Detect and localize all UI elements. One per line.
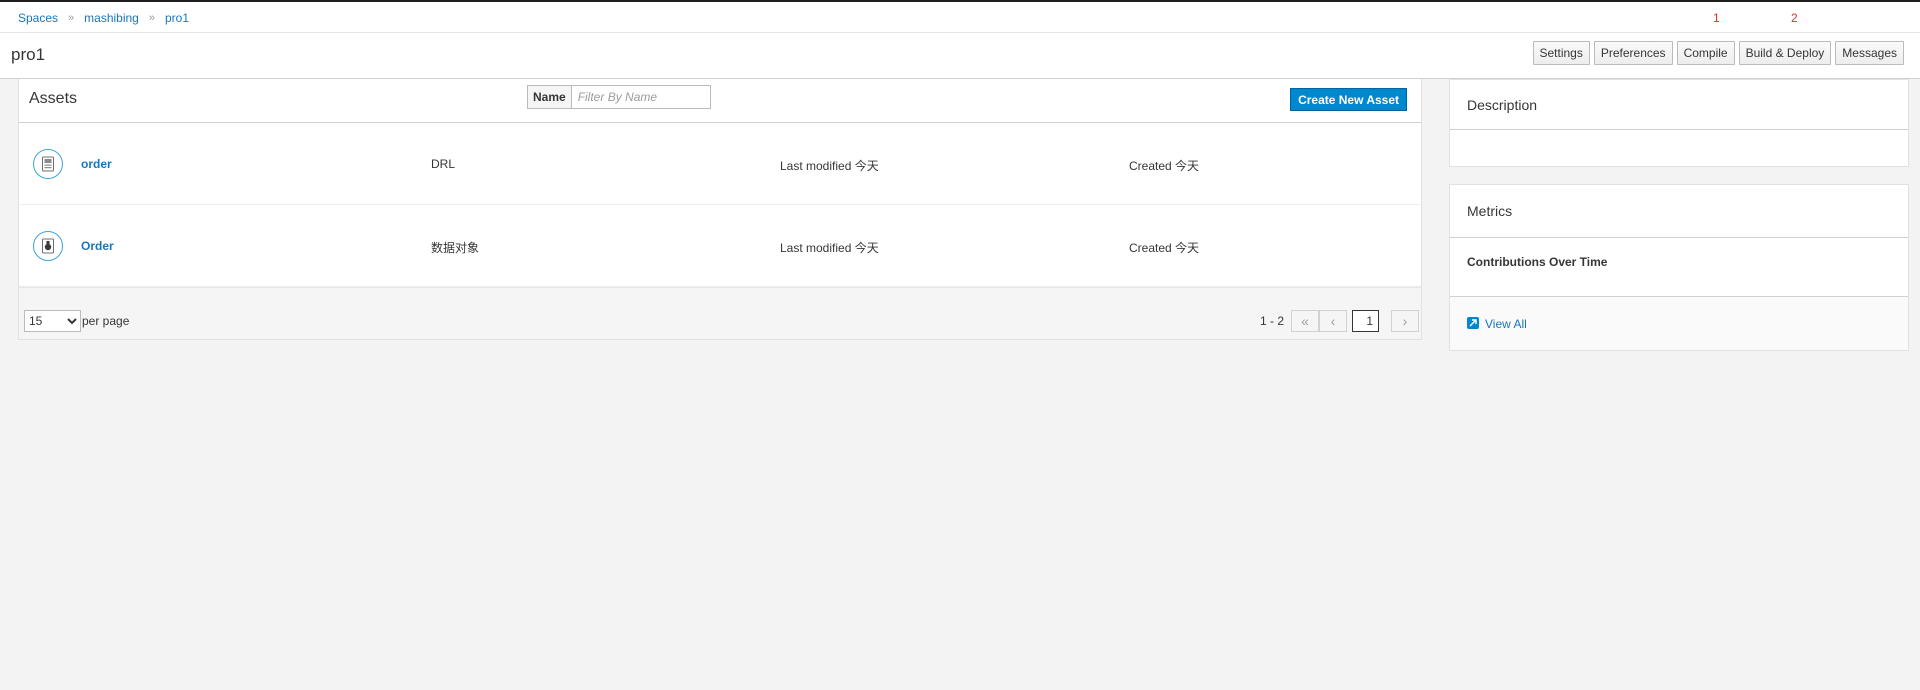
asset-last-modified: Last modified 今天: [780, 241, 879, 255]
next-page-button[interactable]: ›: [1391, 310, 1419, 332]
first-page-button[interactable]: «: [1291, 310, 1319, 332]
assets-header: Assets Name Create New Asset: [19, 79, 1421, 123]
metrics-body: Contributions Over Time: [1450, 238, 1908, 297]
metrics-title: Metrics: [1467, 203, 1513, 219]
metrics-footer: View All: [1450, 297, 1908, 350]
page-range: 1 - 2: [1260, 314, 1285, 328]
breadcrumb: Spaces » mashibing » pro1: [18, 11, 189, 25]
asset-created: Created 今天: [1129, 159, 1200, 173]
description-header: Description: [1450, 80, 1908, 130]
per-page-select[interactable]: 15: [24, 310, 81, 332]
settings-button[interactable]: Settings: [1532, 41, 1590, 65]
annotation-marker-2: 2: [1791, 11, 1798, 25]
filter-by-name-input[interactable]: [570, 85, 711, 109]
asset-type: 数据对象: [431, 241, 480, 255]
assets-title: Assets: [29, 90, 78, 107]
chevron-right-icon: ›: [1402, 313, 1408, 329]
breadcrumb-pro1[interactable]: pro1: [165, 11, 189, 25]
asset-name-link[interactable]: Order: [81, 239, 114, 253]
metrics-header: Metrics: [1450, 185, 1908, 238]
breadcrumb-mashibing[interactable]: mashibing: [84, 11, 139, 25]
previous-page-button[interactable]: ‹: [1319, 310, 1347, 332]
pagination-bar: 15 per page 1 - 2 « ‹ ›: [19, 287, 1421, 339]
double-chevron-left-icon: «: [1301, 313, 1309, 329]
title-bar: pro1 Settings Preferences Compile Build …: [0, 33, 1920, 79]
drl-file-icon: [33, 149, 63, 179]
contributions-over-time-label: Contributions Over Time: [1467, 255, 1608, 269]
description-title: Description: [1467, 97, 1538, 113]
preferences-button[interactable]: Preferences: [1593, 41, 1673, 65]
asset-row[interactable]: order DRL Last modified 今天 Created 今天: [19, 123, 1421, 205]
chevron-left-icon: ‹: [1330, 313, 1336, 329]
data-object-icon: [33, 231, 63, 261]
filter-label: Name: [527, 85, 571, 109]
create-new-asset-button[interactable]: Create New Asset: [1290, 88, 1407, 111]
asset-last-modified: Last modified 今天: [780, 159, 879, 173]
page-title: pro1: [11, 45, 46, 64]
asset-created: Created 今天: [1129, 241, 1200, 255]
description-body: [1450, 130, 1908, 166]
external-link-icon: [1467, 317, 1479, 329]
per-page-label: per page: [82, 314, 130, 328]
messages-button[interactable]: Messages: [1835, 41, 1904, 65]
breadcrumb-spaces[interactable]: Spaces: [18, 11, 58, 25]
compile-button[interactable]: Compile: [1676, 41, 1735, 65]
breadcrumb-separator: »: [68, 12, 75, 24]
breadcrumb-bar: Spaces » mashibing » pro1 1 2: [0, 2, 1920, 33]
assets-panel: Assets Name Create New Asset order DRL L…: [18, 79, 1422, 340]
breadcrumb-separator: »: [148, 12, 155, 24]
asset-name-link[interactable]: order: [81, 157, 112, 171]
asset-type: DRL: [431, 157, 456, 171]
build-deploy-button[interactable]: Build & Deploy: [1738, 41, 1832, 65]
metrics-panel: Metrics Contributions Over Time View All: [1449, 184, 1909, 351]
view-all-link[interactable]: View All: [1485, 317, 1527, 331]
annotation-marker-1: 1: [1713, 11, 1720, 25]
current-page-input[interactable]: [1352, 310, 1379, 332]
project-toolbar: Settings Preferences Compile Build & Dep…: [1529, 41, 1904, 65]
description-panel: Description: [1449, 79, 1909, 167]
asset-row[interactable]: Order 数据对象 Last modified 今天 Created 今天: [19, 205, 1421, 287]
name-filter: Name: [527, 85, 711, 109]
